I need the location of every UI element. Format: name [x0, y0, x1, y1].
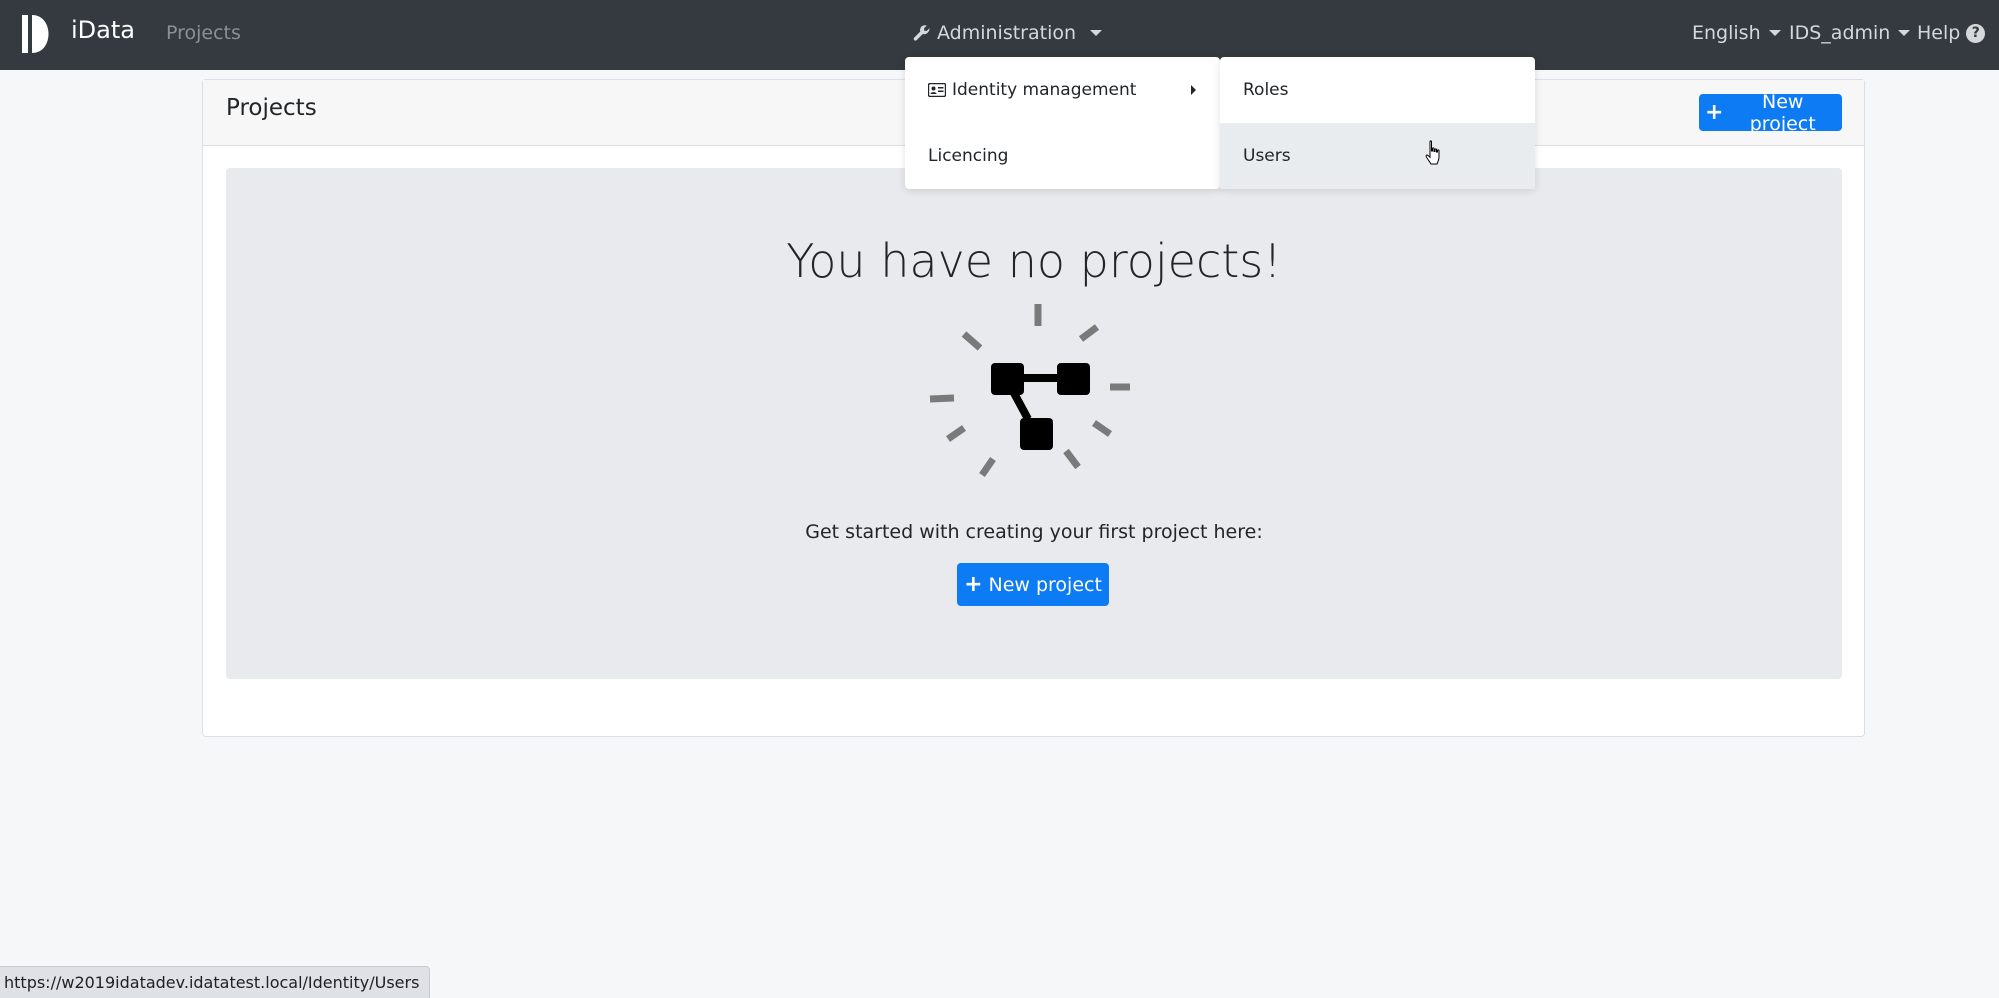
status-url: https://w2019idatadev.idatatest.local/Id… — [4, 973, 420, 992]
chevron-down-icon — [1090, 30, 1103, 36]
project-hierarchy-icon — [929, 304, 1130, 477]
question-circle-icon: ? — [1966, 23, 1986, 43]
nav-administration-label: Administration — [937, 22, 1077, 44]
new-project-button[interactable]: + New project — [957, 563, 1109, 606]
brand-name[interactable]: iData — [71, 16, 135, 44]
nav-help-link[interactable]: Help ? — [1917, 22, 1986, 44]
wrench-icon — [913, 25, 930, 41]
nav-user-label: IDS_admin — [1789, 22, 1891, 44]
nav-projects-link[interactable]: Projects — [166, 22, 241, 44]
submenu-item-users-label: Users — [1243, 146, 1291, 166]
submenu-item-roles-label: Roles — [1243, 80, 1289, 100]
card-title: Projects — [226, 95, 317, 121]
identity-submenu: Roles Users — [1220, 57, 1535, 189]
menu-item-licencing-label: Licencing — [928, 146, 1009, 166]
menu-item-licencing[interactable]: Licencing — [905, 123, 1220, 189]
submenu-item-roles[interactable]: Roles — [1220, 57, 1535, 123]
administration-menu: Identity management Licencing — [905, 57, 1220, 189]
chevron-down-icon — [1768, 30, 1781, 36]
new-project-header-button[interactable]: + New project — [1699, 91, 1842, 135]
nav-language-dropdown[interactable]: English — [1692, 22, 1781, 44]
new-project-header-label: New project — [1749, 90, 1816, 135]
chevron-down-icon — [1898, 30, 1911, 36]
submenu-item-users[interactable]: Users — [1220, 123, 1535, 189]
chevron-right-icon — [1191, 85, 1196, 95]
menu-item-identity-management[interactable]: Identity management — [905, 57, 1220, 123]
nav-administration-dropdown[interactable]: Administration — [913, 22, 1103, 44]
empty-state-panel: You have no projects! Get started with c — [226, 168, 1842, 679]
idata-logo-icon[interactable] — [22, 15, 52, 53]
nav-user-dropdown[interactable]: IDS_admin — [1789, 22, 1911, 44]
menu-item-identity-management-label: Identity management — [952, 80, 1137, 100]
nav-language-label: English — [1692, 22, 1761, 44]
hand-pointer-cursor-icon — [1425, 140, 1440, 165]
empty-state-title: You have no projects! — [786, 234, 1282, 288]
empty-state-text: Get started with creating your first pro… — [805, 521, 1263, 543]
nav-help-label: Help — [1917, 22, 1961, 44]
plus-icon: + — [964, 571, 983, 597]
browser-status-bar: https://w2019idatadev.idatatest.local/Id… — [0, 966, 431, 998]
plus-icon: + — [1705, 99, 1724, 125]
id-card-icon — [928, 83, 946, 97]
new-project-label: New project — [988, 573, 1102, 596]
